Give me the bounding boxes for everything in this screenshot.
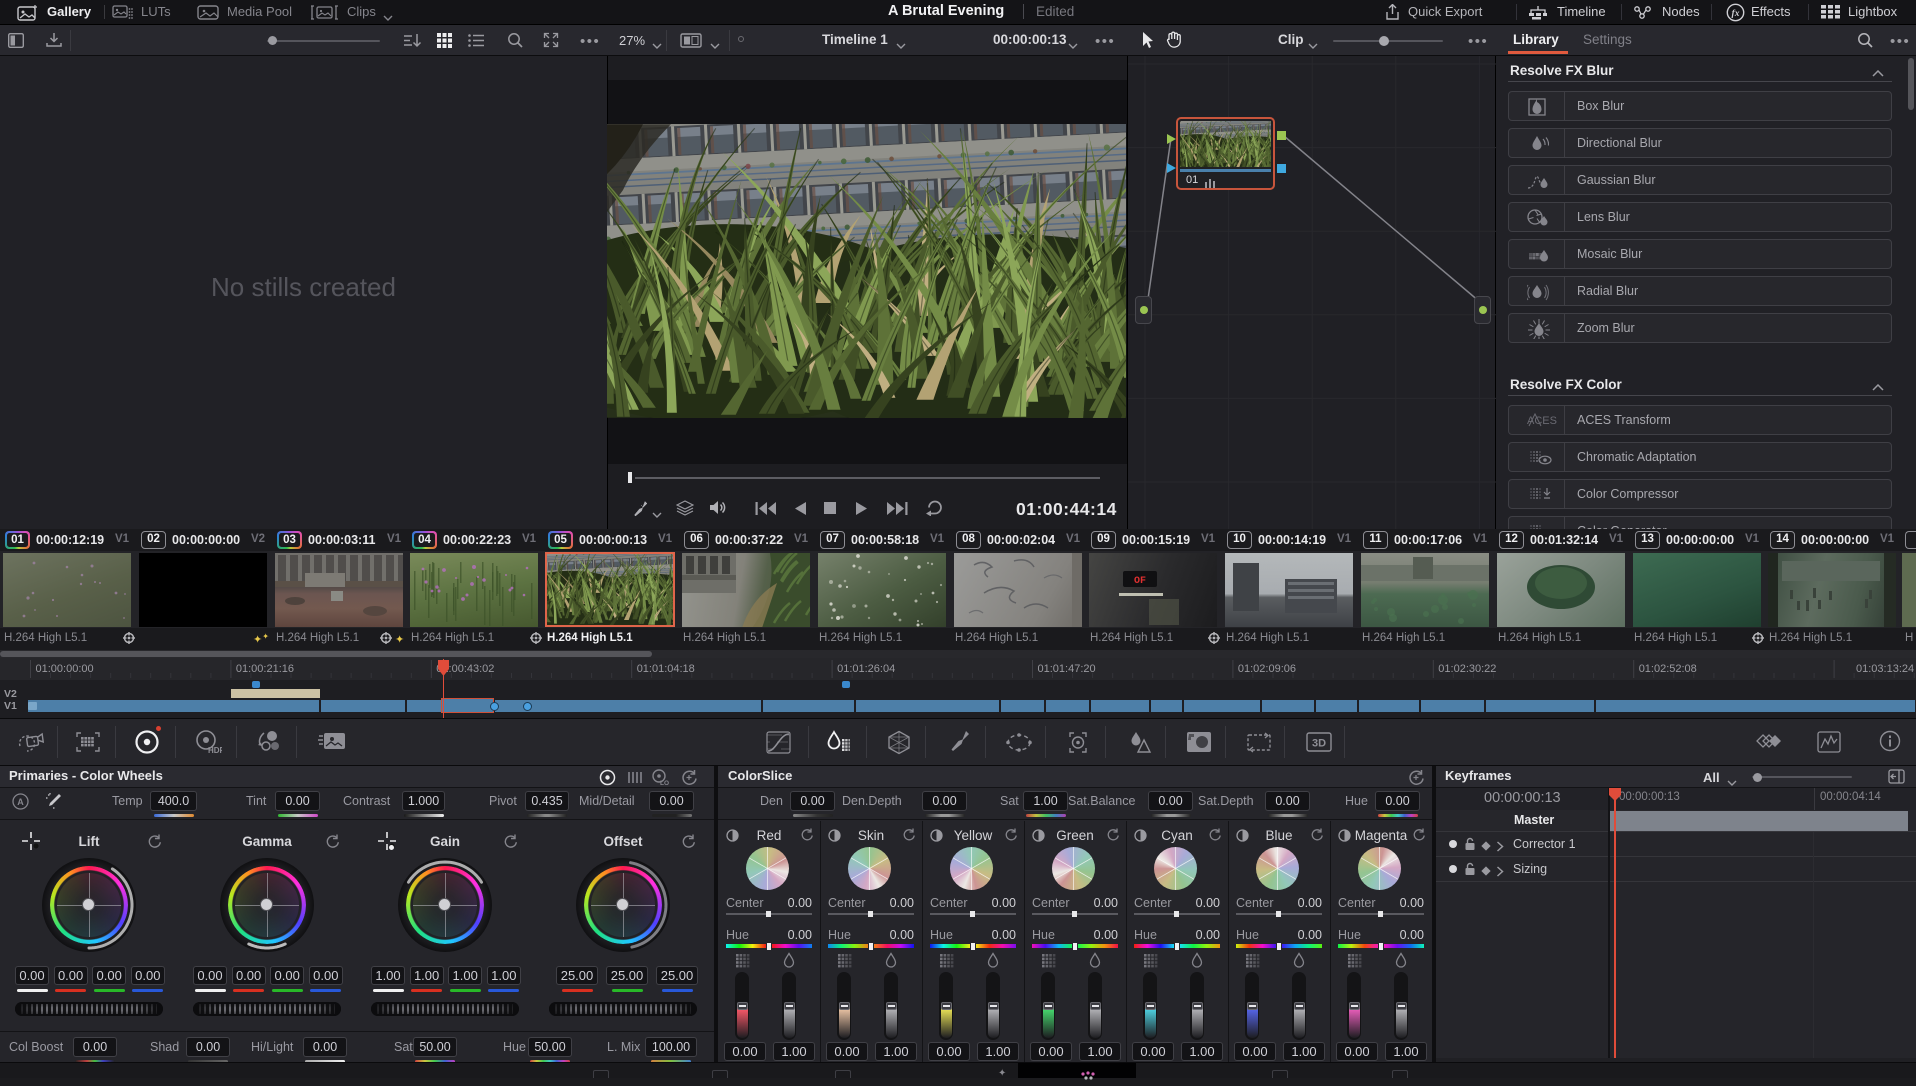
svg-text:A: A bbox=[17, 797, 24, 807]
svg-text:01:00:21:16: 01:00:21:16 bbox=[236, 663, 294, 675]
svg-text:01:01:47:20: 01:01:47:20 bbox=[1038, 663, 1096, 675]
svg-text:01:00:00:00: 01:00:00:00 bbox=[36, 663, 94, 675]
svg-text:01:01:26:04: 01:01:26:04 bbox=[837, 663, 895, 675]
svg-text:3D: 3D bbox=[1312, 738, 1326, 750]
svg-text:HDR: HDR bbox=[208, 746, 222, 755]
svg-text:01:03:13:24: 01:03:13:24 bbox=[1856, 663, 1914, 675]
svg-text:01:02:30:22: 01:02:30:22 bbox=[1438, 663, 1496, 675]
svg-text:fx: fx bbox=[1732, 9, 1740, 19]
svg-text:01:02:09:06: 01:02:09:06 bbox=[1238, 663, 1296, 675]
svg-text:OF: OF bbox=[1134, 576, 1146, 587]
svg-text:01:01:04:18: 01:01:04:18 bbox=[637, 663, 695, 675]
svg-text:01:02:52:08: 01:02:52:08 bbox=[1639, 663, 1697, 675]
svg-text:LOG: LOG bbox=[660, 780, 669, 786]
